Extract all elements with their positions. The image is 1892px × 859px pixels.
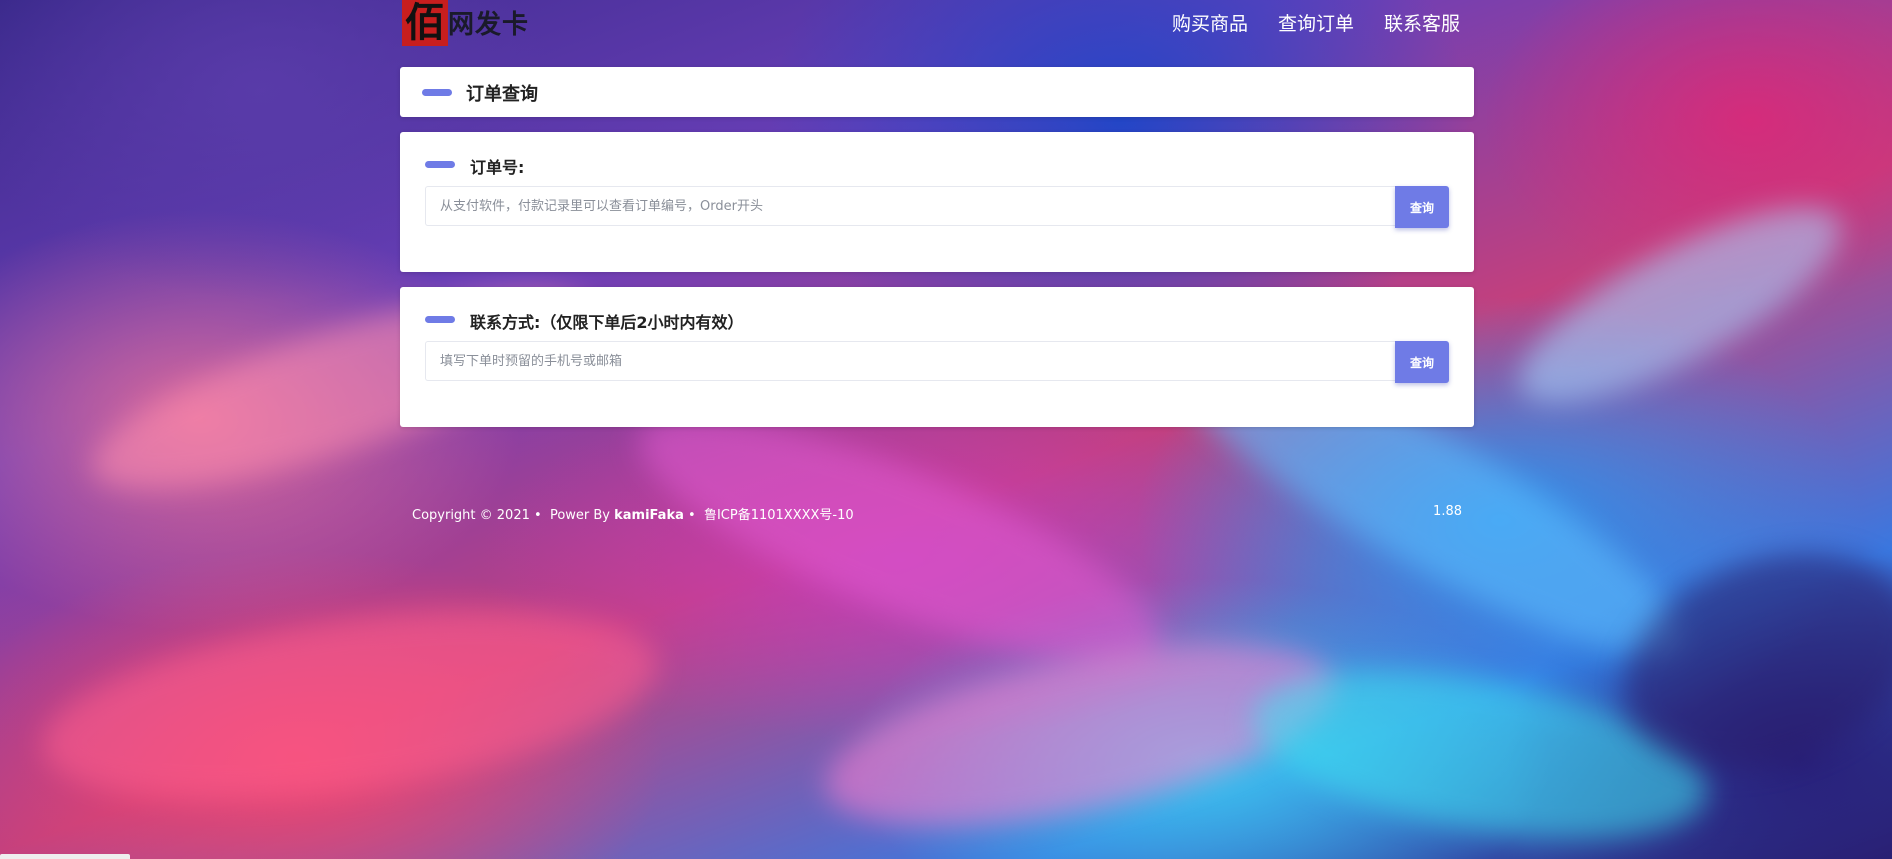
contact-input[interactable] — [425, 341, 1395, 381]
contact-search-row: 查询 — [425, 341, 1449, 383]
order-number-card: 订单号: 查询 — [400, 132, 1474, 272]
order-search-row: 查询 — [425, 186, 1449, 228]
footer-copyright: Copyright © 2021 • — [412, 508, 542, 523]
footer-icp[interactable]: 鲁ICP备1101XXXX号-10 — [704, 508, 854, 523]
order-accent-pill — [425, 161, 455, 168]
logo-text: 网发卡 — [448, 10, 530, 40]
footer-left: Copyright © 2021 • Power By kamiFaka • 鲁… — [412, 504, 854, 523]
nav-links: 购买商品 查询订单 联系客服 — [1172, 9, 1460, 36]
site-logo[interactable]: 佰 网发卡 — [402, 0, 542, 46]
order-number-input[interactable] — [425, 186, 1395, 226]
contact-card: 联系方式:（仅限下单后2小时内有效） 查询 — [400, 287, 1474, 427]
nav-query-order[interactable]: 查询订单 — [1278, 9, 1354, 36]
nav-contact-support[interactable]: 联系客服 — [1384, 9, 1460, 36]
footer-brand-link[interactable]: kamiFaka — [614, 508, 684, 523]
title-accent-pill — [422, 89, 452, 96]
order-query-button[interactable]: 查询 — [1395, 186, 1449, 228]
order-number-label: 订单号: — [470, 158, 525, 177]
contact-label: 联系方式:（仅限下单后2小时内有效） — [470, 313, 744, 332]
contact-query-button[interactable]: 查询 — [1395, 341, 1449, 383]
page-title: 订单查询 — [466, 84, 538, 105]
contact-accent-pill — [425, 316, 455, 323]
top-navbar: 佰 网发卡 购买商品 查询订单 联系客服 — [400, 0, 1474, 46]
page-title-card: 订单查询 — [400, 67, 1474, 117]
bottom-left-tab — [0, 854, 130, 859]
footer-version: 1.88 — [1433, 504, 1462, 519]
nav-buy-products[interactable]: 购买商品 — [1172, 9, 1248, 36]
background-artwork — [0, 0, 1892, 859]
footer-power-by: Power By — [549, 508, 610, 523]
logo-badge: 佰 — [402, 0, 448, 46]
footer-separator: • — [688, 508, 696, 523]
